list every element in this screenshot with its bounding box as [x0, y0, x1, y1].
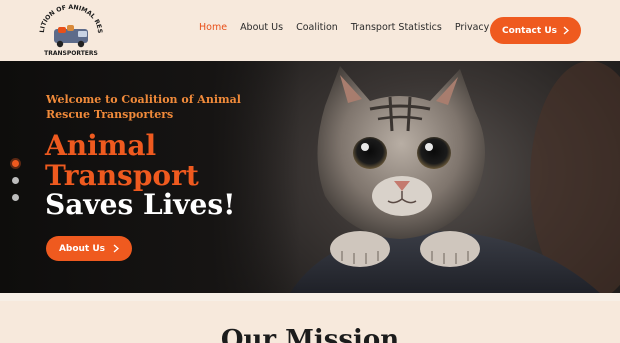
- hero-title-line-3: Saves Lives!: [45, 188, 236, 221]
- slider-dot-1[interactable]: [12, 160, 19, 167]
- hero-slider: Welcome to Coalition of Animal Rescue Tr…: [0, 61, 620, 293]
- nav-transport-statistics[interactable]: Transport Statistics: [351, 22, 442, 33]
- nav-about-us[interactable]: About Us: [240, 22, 283, 33]
- mission-title: Our Mission: [220, 325, 400, 343]
- nav-home[interactable]: Home: [199, 22, 227, 33]
- logo[interactable]: COALITION OF ANIMAL RESCUE TRANSPORTERS: [38, 3, 104, 57]
- hero-about-us-button[interactable]: About Us: [46, 236, 132, 261]
- hero-title-line-1: Animal: [45, 129, 157, 162]
- mission-section: Our Mission: [0, 301, 620, 343]
- slider-dot-3[interactable]: [12, 194, 19, 201]
- contact-us-button[interactable]: Contact Us: [490, 17, 581, 44]
- slider-dots: [12, 160, 20, 211]
- chevron-right-icon: [113, 244, 120, 253]
- kitten-image: [290, 61, 620, 293]
- nav-privacy[interactable]: Privacy: [455, 22, 489, 33]
- hero-about-us-label: About Us: [58, 243, 106, 254]
- nav-coalition[interactable]: Coalition: [296, 22, 338, 33]
- hero-welcome-text: Welcome to Coalition of Animal Rescue Tr…: [46, 93, 241, 121]
- logo-text-bottom: TRANSPORTERS: [44, 50, 98, 57]
- contact-us-label: Contact Us: [501, 25, 557, 36]
- chevron-right-icon: [563, 26, 569, 35]
- slider-dot-2[interactable]: [12, 177, 19, 184]
- main-nav: Home About Us Coalition Transport Statis…: [199, 22, 489, 33]
- hero-title-line-2: Transport: [45, 159, 199, 192]
- site-header: COALITION OF ANIMAL RESCUE TRANSPORTERS …: [0, 0, 620, 61]
